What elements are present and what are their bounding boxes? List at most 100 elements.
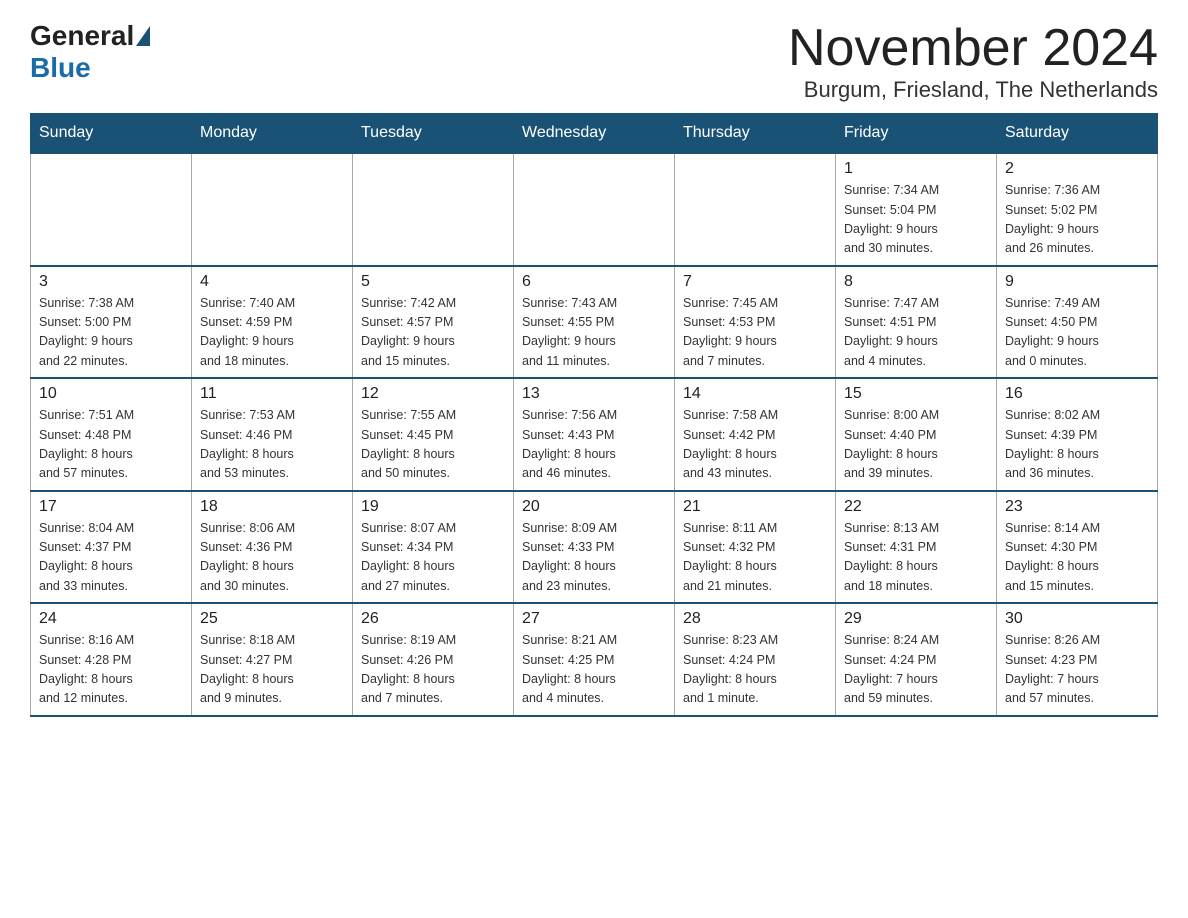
calendar-cell <box>675 153 836 266</box>
day-info: Sunrise: 7:55 AMSunset: 4:45 PMDaylight:… <box>361 406 505 484</box>
day-info: Sunrise: 7:36 AMSunset: 5:02 PMDaylight:… <box>1005 181 1149 259</box>
day-info: Sunrise: 7:53 AMSunset: 4:46 PMDaylight:… <box>200 406 344 484</box>
calendar-cell: 23 Sunrise: 8:14 AMSunset: 4:30 PMDayligh… <box>997 491 1158 604</box>
day-info: Sunrise: 8:19 AMSunset: 4:26 PMDaylight:… <box>361 631 505 709</box>
day-info: Sunrise: 8:16 AMSunset: 4:28 PMDaylight:… <box>39 631 183 709</box>
calendar-cell: 7 Sunrise: 7:45 AMSunset: 4:53 PMDaylight… <box>675 266 836 379</box>
day-info: Sunrise: 8:18 AMSunset: 4:27 PMDaylight:… <box>200 631 344 709</box>
day-info: Sunrise: 8:07 AMSunset: 4:34 PMDaylight:… <box>361 519 505 597</box>
logo: General Blue <box>30 20 152 84</box>
calendar-cell: 6 Sunrise: 7:43 AMSunset: 4:55 PMDaylight… <box>514 266 675 379</box>
calendar-cell: 15Sunrise: 8:00 AMSunset: 4:40 PMDayligh… <box>836 378 997 491</box>
day-number: 19 <box>361 498 505 516</box>
day-number: 12 <box>361 385 505 403</box>
calendar-header-row: SundayMondayTuesdayWednesdayThursdayFrid… <box>31 114 1158 154</box>
day-number: 21 <box>683 498 827 516</box>
day-number: 26 <box>361 610 505 628</box>
day-number: 24 <box>39 610 183 628</box>
day-number: 15 <box>844 385 988 403</box>
day-number: 30 <box>1005 610 1149 628</box>
day-number: 3 <box>39 273 183 291</box>
calendar-cell: 14 Sunrise: 7:58 AMSunset: 4:42 PMDayligh… <box>675 378 836 491</box>
calendar-week-row: 1 Sunrise: 7:34 AMSunset: 5:04 PMDaylight… <box>31 153 1158 266</box>
day-number: 22 <box>844 498 988 516</box>
calendar-cell: 26 Sunrise: 8:19 AMSunset: 4:26 PMDayligh… <box>353 603 514 716</box>
calendar-cell <box>353 153 514 266</box>
calendar-cell: 3Sunrise: 7:38 AMSunset: 5:00 PMDaylight… <box>31 266 192 379</box>
month-title: November 2024 <box>788 20 1158 77</box>
day-number: 29 <box>844 610 988 628</box>
logo-triangle-icon <box>136 26 150 46</box>
calendar-cell <box>514 153 675 266</box>
calendar-cell: 11Sunrise: 7:53 AMSunset: 4:46 PMDayligh… <box>192 378 353 491</box>
calendar-header-friday: Friday <box>836 114 997 154</box>
calendar-header-tuesday: Tuesday <box>353 114 514 154</box>
day-number: 9 <box>1005 273 1149 291</box>
day-number: 13 <box>522 385 666 403</box>
day-info: Sunrise: 7:42 AMSunset: 4:57 PMDaylight:… <box>361 294 505 372</box>
day-number: 2 <box>1005 160 1149 178</box>
page-header: General Blue November 2024 Burgum, Fries… <box>30 20 1158 103</box>
day-info: Sunrise: 7:43 AMSunset: 4:55 PMDaylight:… <box>522 294 666 372</box>
calendar-cell: 8 Sunrise: 7:47 AMSunset: 4:51 PMDaylight… <box>836 266 997 379</box>
day-number: 23 <box>1005 498 1149 516</box>
calendar-cell <box>31 153 192 266</box>
day-info: Sunrise: 8:14 AMSunset: 4:30 PMDaylight:… <box>1005 519 1149 597</box>
day-info: Sunrise: 7:56 AMSunset: 4:43 PMDaylight:… <box>522 406 666 484</box>
calendar-week-row: 3Sunrise: 7:38 AMSunset: 5:00 PMDaylight… <box>31 266 1158 379</box>
calendar-cell: 28Sunrise: 8:23 AMSunset: 4:24 PMDayligh… <box>675 603 836 716</box>
calendar-cell: 29 Sunrise: 8:24 AMSunset: 4:24 PMDayligh… <box>836 603 997 716</box>
calendar-cell: 22 Sunrise: 8:13 AMSunset: 4:31 PMDayligh… <box>836 491 997 604</box>
day-number: 7 <box>683 273 827 291</box>
day-info: Sunrise: 7:47 AMSunset: 4:51 PMDaylight:… <box>844 294 988 372</box>
day-number: 6 <box>522 273 666 291</box>
calendar-cell <box>192 153 353 266</box>
title-section: November 2024 Burgum, Friesland, The Net… <box>788 20 1158 103</box>
day-info: Sunrise: 8:24 AMSunset: 4:24 PMDaylight:… <box>844 631 988 709</box>
calendar-cell: 17 Sunrise: 8:04 AMSunset: 4:37 PMDayligh… <box>31 491 192 604</box>
day-number: 4 <box>200 273 344 291</box>
calendar-header-saturday: Saturday <box>997 114 1158 154</box>
day-number: 14 <box>683 385 827 403</box>
day-info: Sunrise: 8:04 AMSunset: 4:37 PMDaylight:… <box>39 519 183 597</box>
day-number: 10 <box>39 385 183 403</box>
day-number: 17 <box>39 498 183 516</box>
calendar-cell: 10 Sunrise: 7:51 AMSunset: 4:48 PMDayligh… <box>31 378 192 491</box>
calendar-cell: 24 Sunrise: 8:16 AMSunset: 4:28 PMDayligh… <box>31 603 192 716</box>
location-title: Burgum, Friesland, The Netherlands <box>788 77 1158 103</box>
day-number: 1 <box>844 160 988 178</box>
calendar-header-thursday: Thursday <box>675 114 836 154</box>
calendar-cell: 20 Sunrise: 8:09 AMSunset: 4:33 PMDayligh… <box>514 491 675 604</box>
day-number: 20 <box>522 498 666 516</box>
calendar-cell: 12 Sunrise: 7:55 AMSunset: 4:45 PMDayligh… <box>353 378 514 491</box>
calendar-cell: 2 Sunrise: 7:36 AMSunset: 5:02 PMDaylight… <box>997 153 1158 266</box>
day-number: 8 <box>844 273 988 291</box>
calendar-cell: 1 Sunrise: 7:34 AMSunset: 5:04 PMDaylight… <box>836 153 997 266</box>
calendar-cell: 21 Sunrise: 8:11 AMSunset: 4:32 PMDayligh… <box>675 491 836 604</box>
day-info: Sunrise: 7:34 AMSunset: 5:04 PMDaylight:… <box>844 181 988 259</box>
logo-blue-text: Blue <box>30 52 91 83</box>
calendar-cell: 5 Sunrise: 7:42 AMSunset: 4:57 PMDaylight… <box>353 266 514 379</box>
day-info: Sunrise: 7:58 AMSunset: 4:42 PMDaylight:… <box>683 406 827 484</box>
calendar-cell: 16Sunrise: 8:02 AMSunset: 4:39 PMDayligh… <box>997 378 1158 491</box>
day-info: Sunrise: 8:26 AMSunset: 4:23 PMDaylight:… <box>1005 631 1149 709</box>
calendar-cell: 30 Sunrise: 8:26 AMSunset: 4:23 PMDayligh… <box>997 603 1158 716</box>
calendar-cell: 27Sunrise: 8:21 AMSunset: 4:25 PMDayligh… <box>514 603 675 716</box>
day-info: Sunrise: 7:51 AMSunset: 4:48 PMDaylight:… <box>39 406 183 484</box>
calendar-table: SundayMondayTuesdayWednesdayThursdayFrid… <box>30 113 1158 717</box>
day-number: 25 <box>200 610 344 628</box>
calendar-cell: 25 Sunrise: 8:18 AMSunset: 4:27 PMDayligh… <box>192 603 353 716</box>
day-info: Sunrise: 8:09 AMSunset: 4:33 PMDaylight:… <box>522 519 666 597</box>
day-number: 16 <box>1005 385 1149 403</box>
day-info: Sunrise: 8:11 AMSunset: 4:32 PMDaylight:… <box>683 519 827 597</box>
day-info: Sunrise: 8:13 AMSunset: 4:31 PMDaylight:… <box>844 519 988 597</box>
day-number: 5 <box>361 273 505 291</box>
calendar-cell: 19 Sunrise: 8:07 AMSunset: 4:34 PMDayligh… <box>353 491 514 604</box>
day-info: Sunrise: 8:06 AMSunset: 4:36 PMDaylight:… <box>200 519 344 597</box>
calendar-cell: 9Sunrise: 7:49 AMSunset: 4:50 PMDaylight… <box>997 266 1158 379</box>
day-info: Sunrise: 8:21 AMSunset: 4:25 PMDaylight:… <box>522 631 666 709</box>
calendar-header-wednesday: Wednesday <box>514 114 675 154</box>
day-info: Sunrise: 7:45 AMSunset: 4:53 PMDaylight:… <box>683 294 827 372</box>
logo-general-text: General <box>30 20 134 52</box>
calendar-header-monday: Monday <box>192 114 353 154</box>
